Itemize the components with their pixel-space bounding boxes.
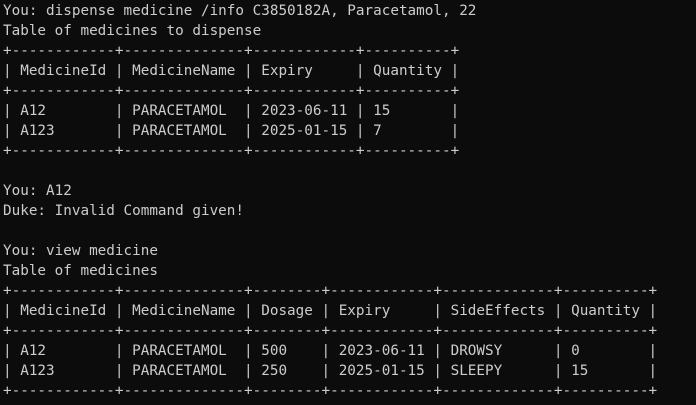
dispense-table-border-bottom: +------------+--------------+-----------… bbox=[3, 143, 460, 159]
medicines-table-row: | A12 | PARACETAMOL | 500 | 2023-06-11 |… bbox=[3, 343, 658, 359]
medicines-table-border-top: +------------+--------------+--------+--… bbox=[3, 283, 658, 299]
dispense-table-header-separator: +------------+--------------+-----------… bbox=[3, 83, 460, 99]
dispense-table-title: Table of medicines to dispense bbox=[3, 23, 262, 39]
command-line-dispense: You: dispense medicine /info C3850182A, … bbox=[3, 3, 477, 19]
medicines-table-title: Table of medicines bbox=[3, 263, 158, 279]
dispense-table-row: | A123 | PARACETAMOL | 2025-01-15 | 7 | bbox=[3, 123, 460, 139]
terminal-window[interactable]: You: dispense medicine /info C3850182A, … bbox=[0, 0, 696, 405]
dispense-table-row: | A12 | PARACETAMOL | 2023-06-11 | 15 | bbox=[3, 103, 460, 119]
dispense-table-header: | MedicineId | MedicineName | Expiry | Q… bbox=[3, 63, 460, 79]
medicines-table-header: | MedicineId | MedicineName | Dosage | E… bbox=[3, 303, 658, 319]
medicines-table-border-bottom: +------------+--------------+--------+--… bbox=[3, 383, 658, 399]
medicines-table-row: | A123 | PARACETAMOL | 250 | 2025-01-15 … bbox=[3, 363, 658, 379]
command-line-view: You: view medicine bbox=[3, 243, 158, 259]
error-message: Duke: Invalid Command given! bbox=[3, 203, 245, 219]
dispense-table-border-top: +------------+--------------+-----------… bbox=[3, 43, 460, 59]
command-line-a12: You: A12 bbox=[3, 183, 72, 199]
medicines-table-header-separator: +------------+--------------+--------+--… bbox=[3, 323, 658, 339]
